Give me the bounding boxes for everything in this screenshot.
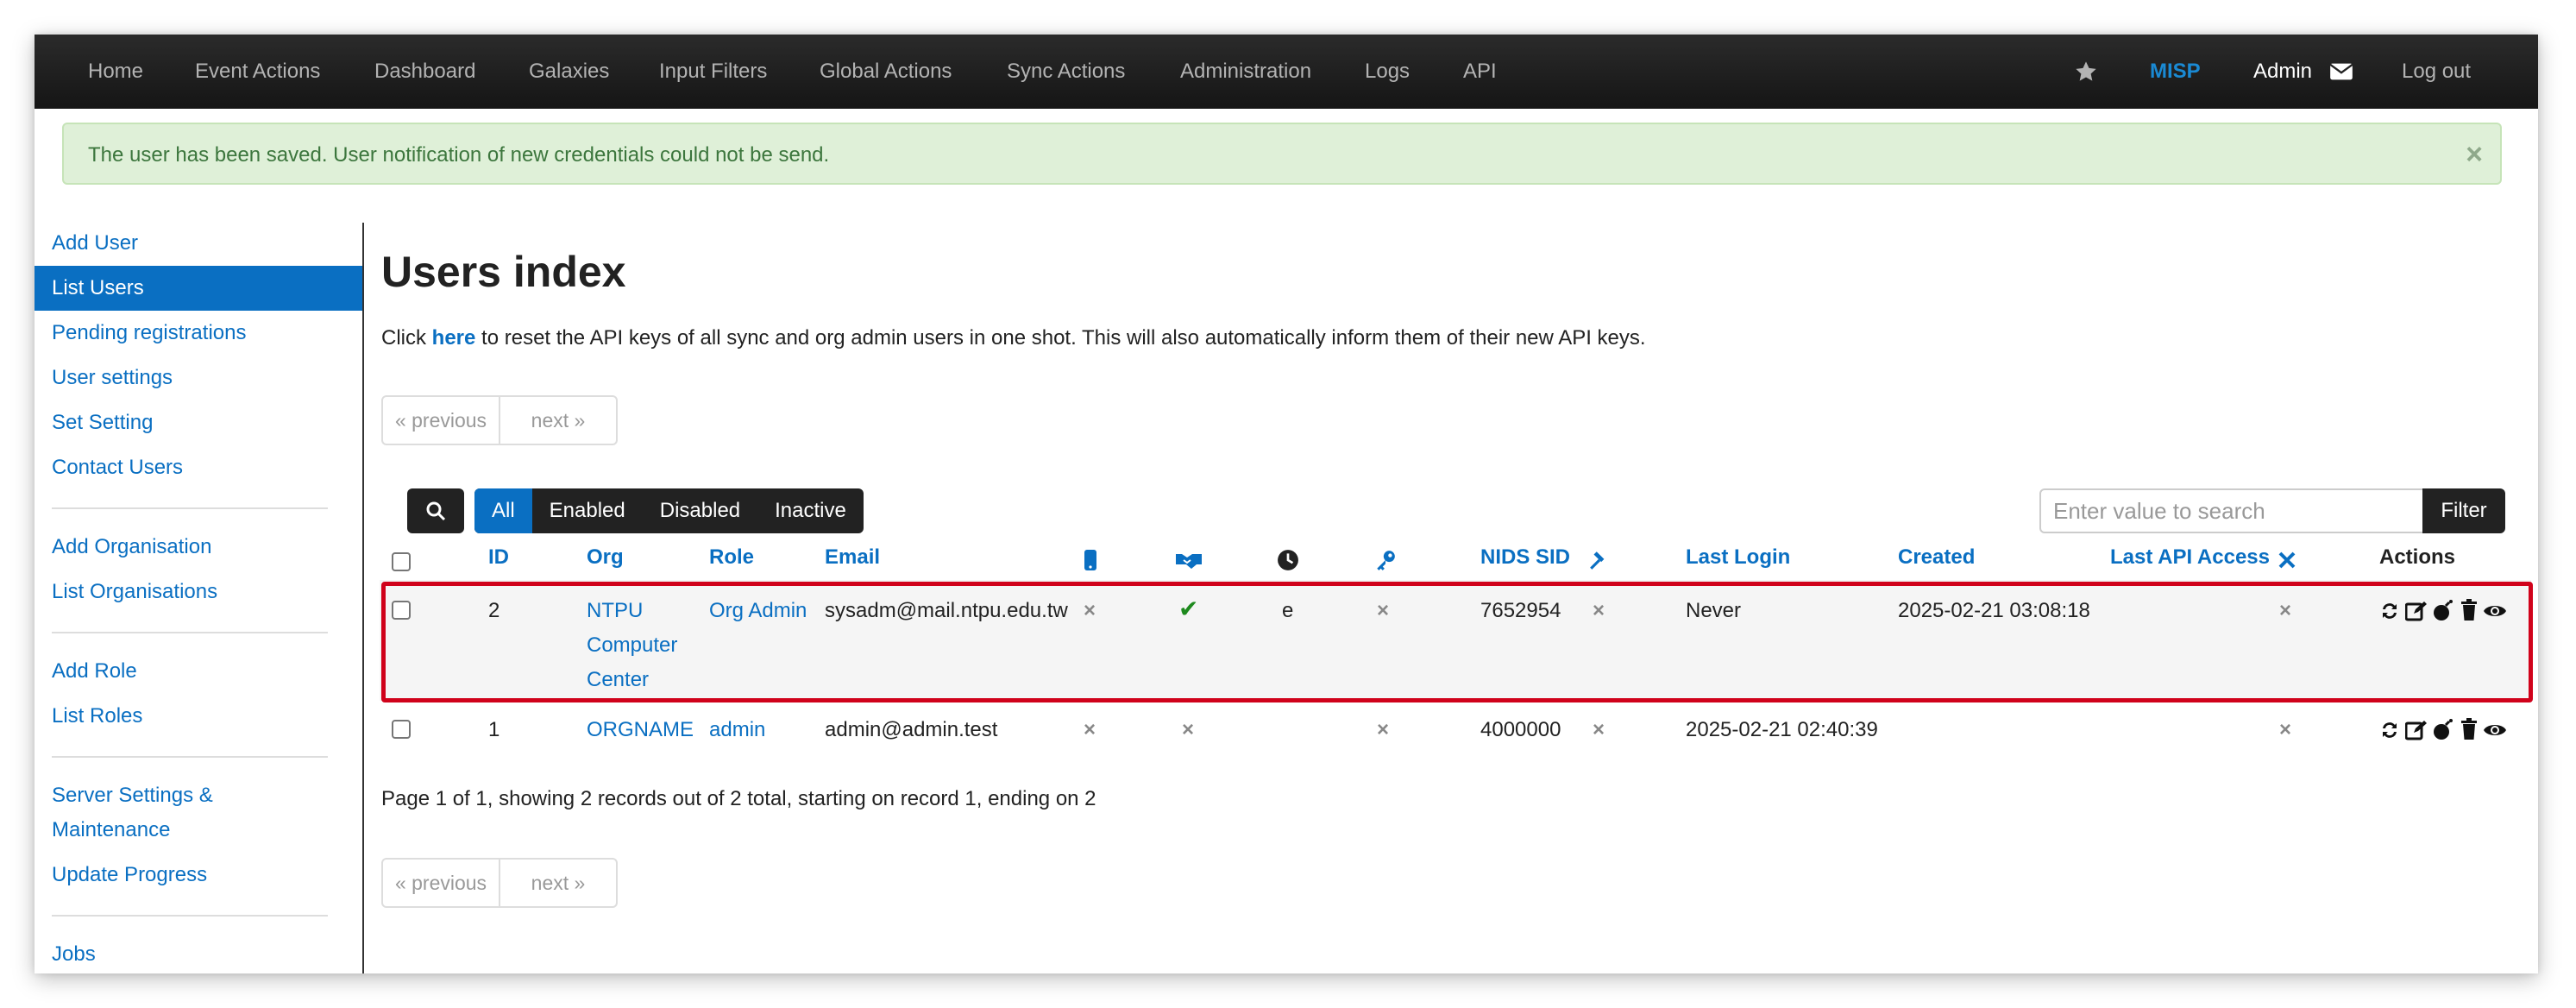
nav-api[interactable]: API bbox=[1463, 35, 1497, 109]
search-icon bbox=[426, 501, 446, 521]
nav-galaxies[interactable]: Galaxies bbox=[529, 35, 609, 109]
sidebar-item-list-users[interactable]: List Users bbox=[35, 266, 362, 311]
handshake-icon[interactable] bbox=[1175, 551, 1203, 570]
sidebar-item-add-organisation[interactable]: Add Organisation bbox=[52, 530, 345, 564]
column-created[interactable]: Created bbox=[1898, 545, 1975, 570]
info-suffix: to reset the API keys of all sync and or… bbox=[481, 326, 1646, 350]
selected-row-highlight-border bbox=[381, 582, 2533, 702]
top-navbar: Home Event Actions Dashboard Galaxies In… bbox=[35, 35, 2538, 109]
nav-input-filters[interactable]: Input Filters bbox=[659, 35, 767, 109]
sidebar-item-set-setting[interactable]: Set Setting bbox=[52, 406, 345, 440]
nav-misp-brand[interactable]: MISP bbox=[2150, 35, 2201, 109]
nav-administration[interactable]: Administration bbox=[1180, 35, 1311, 109]
sidebar-item-user-settings[interactable]: User settings bbox=[52, 361, 345, 395]
close-icon[interactable] bbox=[2278, 551, 2296, 570]
nav-sync-actions[interactable]: Sync Actions bbox=[1007, 35, 1125, 109]
user-status-filter: All Enabled Disabled Inactive bbox=[474, 488, 864, 533]
sidebar-separator bbox=[52, 507, 328, 509]
column-last-api-access[interactable]: Last API Access bbox=[2110, 545, 2270, 570]
next-page-button[interactable]: next » bbox=[499, 397, 616, 444]
column-org[interactable]: Org bbox=[587, 545, 624, 570]
nav-logout[interactable]: Log out bbox=[2402, 35, 2471, 109]
column-role[interactable]: Role bbox=[709, 545, 754, 570]
sidebar-divider bbox=[362, 223, 364, 973]
column-nids-sid[interactable]: NIDS SID bbox=[1480, 545, 1570, 570]
sidebar-separator bbox=[52, 915, 328, 917]
search-input[interactable]: Enter value to search bbox=[2039, 488, 2426, 533]
sidebar-item-add-role[interactable]: Add Role bbox=[52, 654, 345, 689]
trash-icon[interactable] bbox=[2460, 718, 2478, 740]
reset-api-keys-link[interactable]: here bbox=[432, 326, 476, 350]
row-gpg-flag: × bbox=[1377, 718, 1390, 741]
sidebar-item-contact-users[interactable]: Contact Users bbox=[52, 450, 345, 485]
sidebar-separator bbox=[52, 632, 328, 633]
sidebar-item-add-user[interactable]: Add User bbox=[52, 226, 345, 261]
key-icon[interactable] bbox=[1373, 549, 1398, 571]
browser-viewport: Home Event Actions Dashboard Galaxies In… bbox=[35, 35, 2538, 973]
gavel-icon[interactable] bbox=[1587, 549, 1612, 571]
sidebar-item-update-progress[interactable]: Update Progress bbox=[52, 858, 345, 892]
filter-inactive-button[interactable]: Inactive bbox=[757, 488, 864, 533]
nav-event-actions[interactable]: Event Actions bbox=[195, 35, 320, 109]
row-disabled-flag: × bbox=[1593, 718, 1605, 741]
nav-home[interactable]: Home bbox=[88, 35, 143, 109]
search-toggle-button[interactable] bbox=[407, 488, 464, 533]
nav-global-actions[interactable]: Global Actions bbox=[820, 35, 952, 109]
select-all-checkbox[interactable] bbox=[392, 552, 411, 571]
previous-page-button[interactable]: « previous bbox=[383, 860, 499, 906]
nav-logs[interactable]: Logs bbox=[1365, 35, 1410, 109]
info-prefix: Click bbox=[381, 326, 426, 350]
column-last-login[interactable]: Last Login bbox=[1686, 545, 1790, 570]
edit-icon[interactable] bbox=[2405, 720, 2428, 740]
filter-button[interactable]: Filter bbox=[2422, 488, 2505, 533]
row-mobile-flag: × bbox=[1084, 718, 1096, 741]
clock-icon[interactable] bbox=[1277, 549, 1299, 571]
star-icon[interactable] bbox=[2074, 60, 2098, 84]
row-role-link[interactable]: admin bbox=[709, 713, 765, 747]
sidebar-item-pending-registrations[interactable]: Pending registrations bbox=[52, 316, 345, 350]
pagination-summary: Page 1 of 1, showing 2 records out of 2 … bbox=[381, 787, 1096, 810]
row-email: admin@admin.test bbox=[825, 718, 998, 741]
row-org-link[interactable]: ORGNAME bbox=[587, 713, 694, 747]
row-checkbox[interactable] bbox=[392, 720, 411, 739]
sidebar-item-list-roles[interactable]: List Roles bbox=[52, 699, 345, 734]
next-page-button[interactable]: next » bbox=[499, 860, 616, 906]
row-id: 1 bbox=[488, 718, 500, 741]
row-last-login: 2025-02-21 02:40:39 bbox=[1686, 718, 1878, 741]
sidebar-item-server-settings[interactable]: Server Settings & bbox=[52, 778, 345, 813]
page-title: Users index bbox=[381, 248, 626, 296]
pagination-bottom: « previous next » bbox=[381, 858, 618, 908]
row-terms-flag: × bbox=[1182, 718, 1195, 741]
row-api-flag: × bbox=[2279, 718, 2292, 741]
bomb-icon[interactable] bbox=[2433, 718, 2453, 740]
filter-disabled-button[interactable]: Disabled bbox=[643, 488, 757, 533]
envelope-icon[interactable] bbox=[2329, 62, 2353, 81]
sidebar-item-server-settings-line2[interactable]: Maintenance bbox=[52, 813, 345, 847]
filter-enabled-button[interactable]: Enabled bbox=[532, 488, 643, 533]
mobile-icon[interactable] bbox=[1084, 549, 1097, 571]
column-id[interactable]: ID bbox=[488, 545, 509, 570]
filter-all-button[interactable]: All bbox=[474, 488, 532, 533]
column-actions: Actions bbox=[2379, 545, 2456, 569]
sidebar-item-jobs[interactable]: Jobs bbox=[52, 937, 345, 972]
sidebar-separator bbox=[52, 756, 328, 758]
api-reset-info: Click here to reset the API keys of all … bbox=[381, 326, 1646, 350]
nav-dashboard[interactable]: Dashboard bbox=[374, 35, 475, 109]
nav-admin-user[interactable]: Admin bbox=[2253, 35, 2312, 109]
sidebar-item-list-organisations[interactable]: List Organisations bbox=[52, 575, 345, 609]
eye-icon[interactable] bbox=[2483, 721, 2507, 739]
row-nids-sid: 4000000 bbox=[1480, 718, 1561, 741]
previous-page-button[interactable]: « previous bbox=[383, 397, 499, 444]
refresh-icon[interactable] bbox=[2379, 720, 2400, 740]
column-email[interactable]: Email bbox=[825, 545, 880, 570]
pagination-top: « previous next » bbox=[381, 395, 618, 445]
success-alert: The user has been saved. User notificati… bbox=[62, 123, 2502, 185]
close-icon[interactable]: × bbox=[2466, 124, 2483, 185]
alert-message: The user has been saved. User notificati… bbox=[88, 143, 830, 167]
